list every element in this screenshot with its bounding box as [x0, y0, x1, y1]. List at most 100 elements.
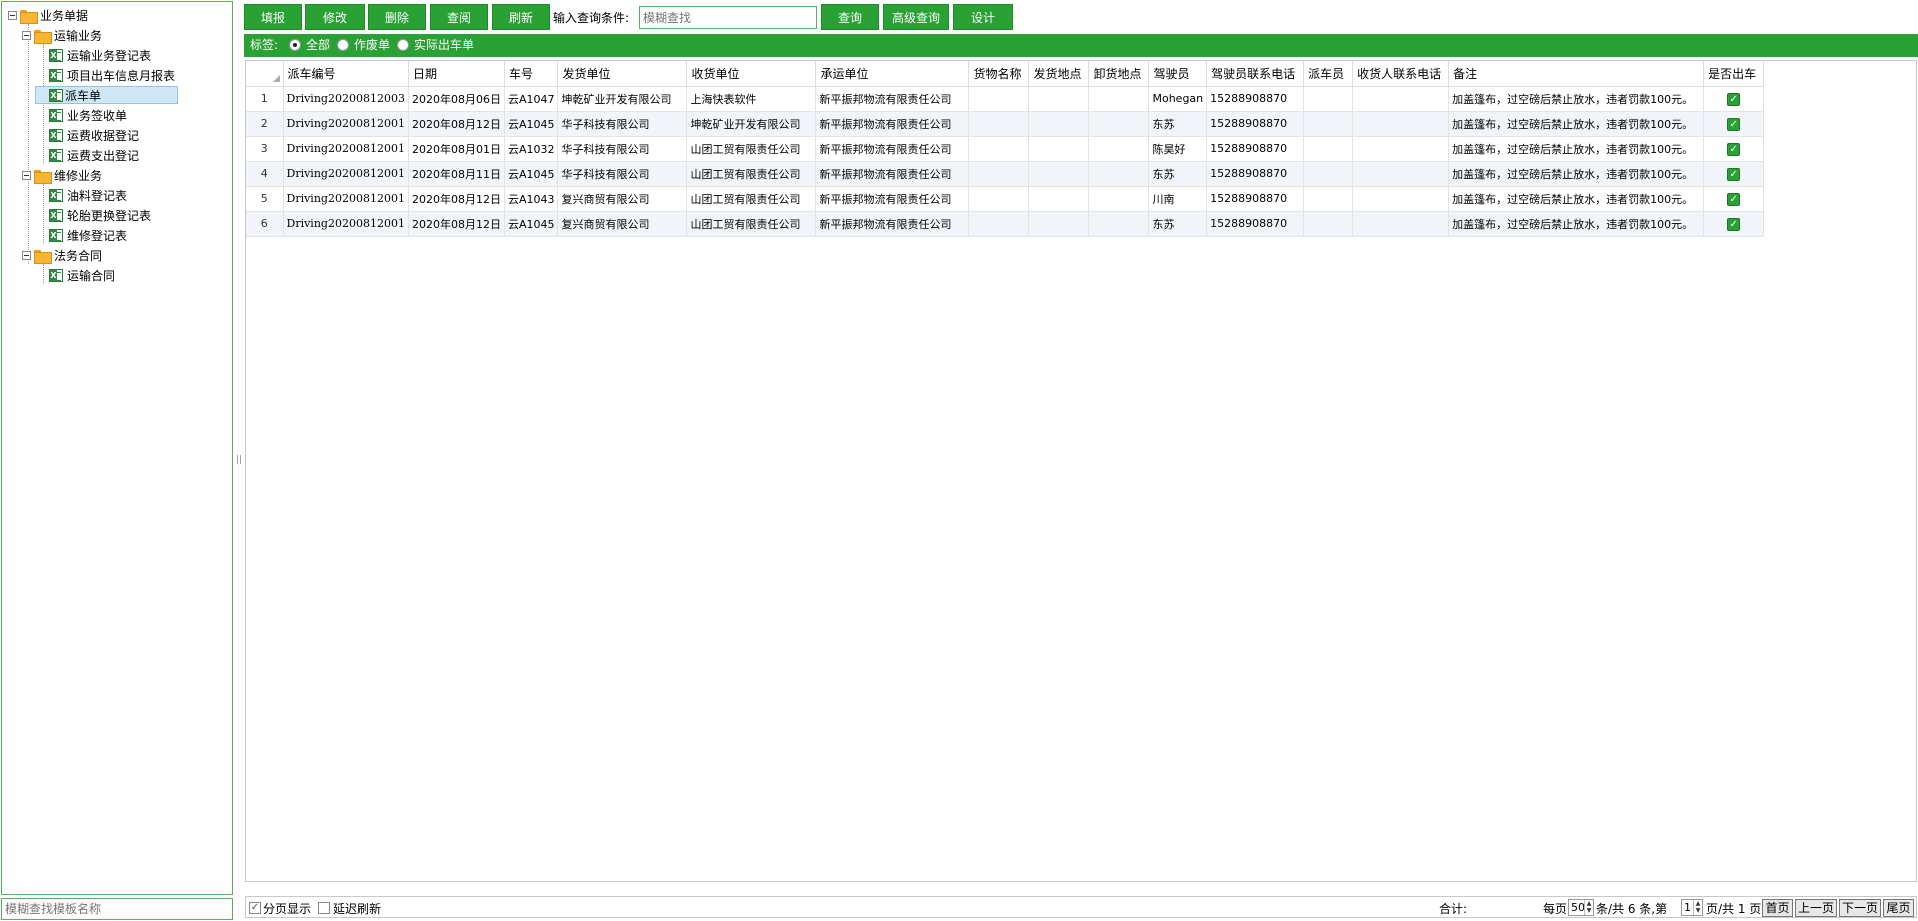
col-header[interactable]: 收货人联系电话	[1352, 61, 1450, 87]
col-header[interactable]: 备注	[1448, 61, 1705, 87]
checked-icon[interactable]: ✓	[1727, 117, 1741, 131]
table-row[interactable]: 4 Driving20200812001 2020年08月11日 云A1045 华子科技…	[246, 161, 1765, 187]
tree-item-transport-register[interactable]: 运输业务登记表	[49, 47, 153, 65]
checked-icon[interactable]: ✓	[1727, 192, 1741, 206]
refresh-button[interactable]: 刷新	[492, 4, 550, 30]
stepper-arrows-icon[interactable]: ▲ ▼	[1584, 900, 1593, 915]
tree-connector	[43, 184, 44, 244]
excel-icon	[49, 69, 63, 82]
stepper-arrows-icon[interactable]: ▲ ▼	[1693, 900, 1702, 915]
col-header[interactable]: 驾驶员	[1148, 61, 1208, 87]
table-cell: 东苏	[1148, 161, 1208, 187]
table-cell	[1303, 186, 1354, 212]
table-cell: 15288908870	[1206, 186, 1305, 212]
col-header[interactable]: 发货单位	[557, 61, 688, 87]
last-page-button[interactable]: 尾页	[1883, 899, 1914, 917]
paging-checkbox[interactable]: ✓	[249, 902, 261, 914]
checked-icon[interactable]: ✓	[1727, 217, 1741, 231]
delay-refresh-label[interactable]: 延迟刷新	[333, 900, 381, 917]
table-row[interactable]: 5 Driving20200812001 2020年08月12日 云A1043 复兴商贸…	[246, 186, 1765, 212]
col-header[interactable]: 收货单位	[686, 61, 817, 87]
tree-item-signoff[interactable]: 业务签收单	[49, 107, 129, 125]
row-number: 3	[246, 136, 284, 162]
table-cell	[1088, 86, 1150, 112]
table-cell	[1352, 136, 1450, 162]
delay-refresh-checkbox[interactable]	[318, 902, 330, 914]
collapse-icon[interactable]	[22, 251, 31, 260]
table-cell: 川南	[1148, 186, 1208, 212]
tree-item-transport-contract[interactable]: 运输合同	[49, 267, 117, 285]
tree-root[interactable]: 业务单据	[8, 7, 90, 25]
query-button[interactable]: 查询	[821, 4, 879, 30]
folder-open-icon	[34, 249, 52, 264]
table-cell: 加盖篷布，过空磅后禁止放水，违者罚款100元。	[1448, 86, 1705, 112]
col-header[interactable]: 发货地点	[1028, 61, 1090, 87]
col-header[interactable]: 车号	[504, 61, 559, 87]
query-input[interactable]	[639, 6, 817, 29]
table-cell: Mohegan	[1148, 86, 1208, 112]
col-header[interactable]: 派车员	[1303, 61, 1354, 87]
per-page-stepper[interactable]: 50 ▲ ▼	[1568, 899, 1594, 916]
col-header[interactable]: 承运单位	[815, 61, 970, 87]
tree-item-freight-receipt[interactable]: 运费收据登记	[49, 127, 141, 145]
tree-group-legal[interactable]: 法务合同	[22, 247, 104, 265]
tree-item-fuel-register[interactable]: 油料登记表	[49, 187, 129, 205]
col-header[interactable]: 日期	[408, 61, 505, 87]
tree-item-freight-expense[interactable]: 运费支出登记	[49, 147, 141, 165]
table-cell	[1303, 86, 1354, 112]
edit-button[interactable]: 修改	[305, 4, 365, 30]
tree-item-monthly-report[interactable]: 项目出车信息月报表	[49, 67, 177, 85]
col-header[interactable]: 是否出车	[1703, 61, 1765, 87]
table-row[interactable]: 1 Driving20200812003 2020年08月06日 云A1047 坤乾矿业…	[246, 86, 1765, 112]
dispatched-cell: ✓	[1703, 136, 1765, 162]
table-row[interactable]: 6 Driving20200812001 2020年08月12日 云A1045 复兴商贸…	[246, 211, 1765, 237]
col-header[interactable]: 货物名称	[968, 61, 1030, 87]
design-button[interactable]: 设计	[953, 4, 1013, 30]
select-all-corner[interactable]	[246, 61, 284, 87]
checked-icon[interactable]: ✓	[1727, 92, 1741, 106]
tree-item-label: 运输合同	[67, 269, 116, 283]
radio-all-label[interactable]: 全部	[306, 34, 330, 57]
excel-icon	[49, 229, 63, 242]
checked-icon[interactable]: ✓	[1727, 142, 1741, 156]
col-header[interactable]: 驾驶员联系电话	[1206, 61, 1305, 87]
collapse-icon[interactable]	[22, 31, 31, 40]
collapse-icon[interactable]	[8, 11, 17, 20]
delete-button[interactable]: 删除	[368, 4, 426, 30]
radio-all[interactable]	[289, 39, 301, 51]
checked-icon[interactable]: ✓	[1727, 167, 1741, 181]
template-search-input[interactable]	[1, 898, 233, 920]
paging-label[interactable]: 分页显示	[263, 900, 311, 917]
view-button[interactable]: 查阅	[430, 4, 488, 30]
tree-group-maintenance[interactable]: 维修业务	[22, 167, 104, 185]
excel-icon	[49, 189, 63, 202]
panel-splitter[interactable]: ||	[236, 455, 242, 465]
first-page-button[interactable]: 首页	[1762, 899, 1793, 917]
next-page-button[interactable]: 下一页	[1839, 899, 1881, 917]
tree-item-dispatch-order[interactable]: 派车单	[35, 86, 178, 104]
col-header[interactable]: 派车编号	[283, 61, 409, 87]
table-row[interactable]: 2 Driving20200812001 2020年08月12日 云A1045 华子科技…	[246, 111, 1765, 137]
radio-void[interactable]	[337, 39, 349, 51]
table-row[interactable]: 3 Driving20200812001 2020年08月01日 云A1032 华子科技…	[246, 136, 1765, 162]
col-header[interactable]: 卸货地点	[1088, 61, 1150, 87]
collapse-icon[interactable]	[22, 171, 31, 180]
advanced-query-button[interactable]: 高级查询	[883, 4, 949, 30]
radio-actual-dispatch-label[interactable]: 实际出车单	[414, 34, 474, 57]
tree-group-transport[interactable]: 运输业务	[22, 27, 104, 45]
prev-page-button[interactable]: 上一页	[1795, 899, 1837, 917]
fill-button[interactable]: 填报	[244, 4, 302, 30]
radio-actual-dispatch[interactable]	[397, 39, 409, 51]
table-cell: 山团工贸有限责任公司	[686, 136, 817, 162]
table-cell	[1088, 186, 1150, 212]
table-cell: 新平振邦物流有限责任公司	[815, 111, 970, 137]
tree-item-repair-register[interactable]: 维修登记表	[49, 227, 129, 245]
page-stepper[interactable]: 1 ▲ ▼	[1681, 899, 1703, 916]
table-cell: 加盖篷布，过空磅后禁止放水，违者罚款100元。	[1448, 136, 1705, 162]
tree-item-tire-register[interactable]: 轮胎更换登记表	[49, 207, 153, 225]
radio-void-label[interactable]: 作废单	[354, 34, 390, 57]
table-cell	[1303, 211, 1354, 237]
table-cell	[968, 136, 1030, 162]
pages-text: 页/共 1 页	[1706, 902, 1762, 916]
table-cell: 新平振邦物流有限责任公司	[815, 136, 970, 162]
